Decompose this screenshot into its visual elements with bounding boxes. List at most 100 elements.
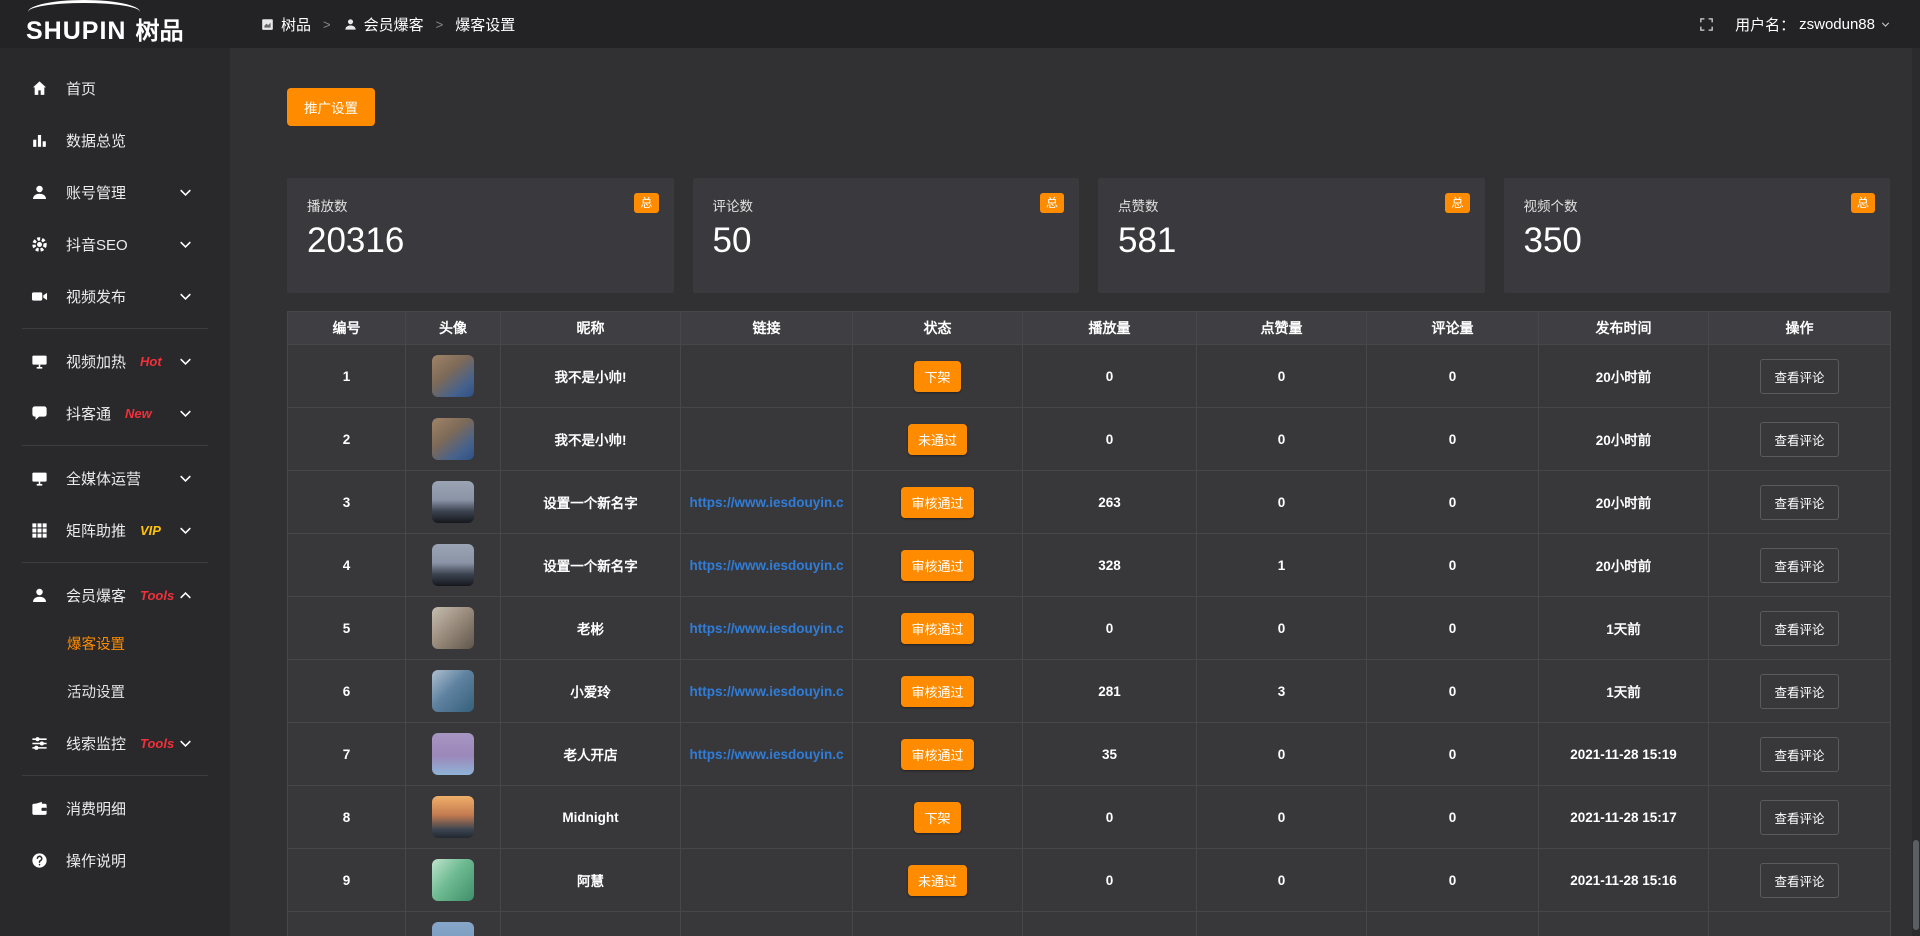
video-link[interactable]: https://www.iesdouyin.c bbox=[689, 747, 843, 762]
cell-avatar bbox=[406, 786, 501, 849]
sidebar-item-matrix-boost[interactable]: 矩阵助推VIP bbox=[0, 504, 230, 556]
cell-status: 下架 bbox=[853, 345, 1023, 408]
table-row: 8 Midnight 下架 0 0 0 2021-11-28 15:17 查看评… bbox=[288, 786, 1891, 849]
table-row: 9 阿慧 未通过 0 0 0 2021-11-28 15:16 查看评论 bbox=[288, 849, 1891, 912]
cell-action: 查看评论 bbox=[1709, 534, 1891, 597]
cell-link: https://www.iesdouyin.c bbox=[681, 597, 853, 660]
cell-link bbox=[681, 849, 853, 912]
status-badge[interactable]: 审核通过 bbox=[901, 739, 973, 770]
cell-comments: 0 bbox=[1367, 534, 1539, 597]
view-comments-button[interactable]: 查看评论 bbox=[1760, 485, 1838, 520]
view-comments-button[interactable]: 查看评论 bbox=[1760, 548, 1838, 583]
breadcrumb-item-current: 爆客设置 bbox=[455, 14, 515, 35]
avatar bbox=[432, 418, 474, 460]
chevron-down-icon bbox=[176, 352, 195, 371]
status-badge[interactable]: 审核通过 bbox=[901, 550, 973, 581]
stat-card-likes: 点赞数 581 总 bbox=[1098, 178, 1485, 293]
cell-link bbox=[681, 786, 853, 849]
cell-comments: 0 bbox=[1367, 597, 1539, 660]
fullscreen-icon[interactable] bbox=[1698, 16, 1715, 33]
video-table-wrap: 编号头像昵称链接状态播放量点赞量评论量发布时间操作 1 我不是小帅! 下架 0 … bbox=[287, 311, 1890, 936]
view-comments-button[interactable]: 查看评论 bbox=[1760, 737, 1838, 772]
cell-plays: 0 bbox=[1023, 786, 1197, 849]
total-badge: 总 bbox=[634, 193, 658, 213]
sidebar-subitem-baoke-settings[interactable]: 爆客设置 bbox=[0, 621, 230, 669]
total-badge: 总 bbox=[1851, 193, 1875, 213]
cell-action: 查看评论 bbox=[1709, 660, 1891, 723]
sidebar-item-clue-monitor[interactable]: 线索监控Tools bbox=[0, 717, 230, 769]
status-badge[interactable]: 下架 bbox=[914, 361, 960, 392]
stat-value: 350 bbox=[1524, 221, 1871, 261]
breadcrumb-label: 会员爆客 bbox=[364, 14, 424, 35]
status-badge[interactable]: 未通过 bbox=[908, 865, 967, 896]
cell-action bbox=[1709, 912, 1891, 936]
sidebar-item-badge: Hot bbox=[140, 354, 162, 369]
scrollbar-thumb[interactable] bbox=[1913, 840, 1919, 930]
sidebar-item-badge: VIP bbox=[140, 523, 161, 538]
video-link[interactable]: https://www.iesdouyin.c bbox=[689, 558, 843, 573]
cell-id: 4 bbox=[288, 534, 406, 597]
promo-settings-button[interactable]: 推广设置 bbox=[287, 88, 375, 126]
sidebar-item-video-heat[interactable]: 视频加热Hot bbox=[0, 335, 230, 387]
column-header: 评论量 bbox=[1367, 312, 1539, 345]
cell-action: 查看评论 bbox=[1709, 849, 1891, 912]
status-badge[interactable]: 未通过 bbox=[908, 424, 967, 455]
sidebar-item-label: 操作说明 bbox=[66, 850, 126, 871]
sidebar-item-data-overview[interactable]: 数据总览 bbox=[0, 114, 230, 166]
view-comments-button[interactable]: 查看评论 bbox=[1760, 800, 1838, 835]
video-table: 编号头像昵称链接状态播放量点赞量评论量发布时间操作 1 我不是小帅! 下架 0 … bbox=[287, 311, 1891, 936]
video-link[interactable]: https://www.iesdouyin.c bbox=[689, 495, 843, 510]
sidebar-item-douyin-seo[interactable]: 抖音SEO bbox=[0, 218, 230, 270]
cell-nickname: 设置一个新名字 bbox=[501, 471, 681, 534]
logo-text-cn: 树品 bbox=[135, 11, 183, 46]
cell-plays: 0 bbox=[1023, 345, 1197, 408]
breadcrumb-item-member[interactable]: 会员爆客 bbox=[343, 14, 424, 35]
view-comments-button[interactable]: 查看评论 bbox=[1760, 422, 1838, 457]
sidebar-item-member-baoke[interactable]: 会员爆客Tools bbox=[0, 569, 230, 621]
avatar bbox=[432, 481, 474, 523]
cell-plays: 0 bbox=[1023, 408, 1197, 471]
cell-time: 2021-11-28 15:17 bbox=[1539, 786, 1709, 849]
cell-avatar bbox=[406, 408, 501, 471]
cell-nickname: 阿慧 bbox=[501, 849, 681, 912]
status-badge[interactable]: 审核通过 bbox=[901, 487, 973, 518]
cell-id: 8 bbox=[288, 786, 406, 849]
sidebar-item-home[interactable]: 首页 bbox=[0, 62, 230, 114]
table-row: 7 老人开店 https://www.iesdouyin.c 审核通过 35 0… bbox=[288, 723, 1891, 786]
sidebar-item-video-publish[interactable]: 视频发布 bbox=[0, 270, 230, 322]
logo-arc bbox=[28, 0, 140, 12]
cell-time: 1天前 bbox=[1539, 660, 1709, 723]
cell-likes: 0 bbox=[1197, 723, 1367, 786]
sidebar-item-account-manage[interactable]: 账号管理 bbox=[0, 166, 230, 218]
cell-nickname: 设置一个新名字 bbox=[501, 534, 681, 597]
sidebar-item-media-operation[interactable]: 全媒体运营 bbox=[0, 452, 230, 504]
sidebar-item-label: 消费明细 bbox=[66, 798, 126, 819]
avatar bbox=[432, 670, 474, 712]
status-badge[interactable]: 下架 bbox=[914, 802, 960, 833]
view-comments-button[interactable]: 查看评论 bbox=[1760, 611, 1838, 646]
cell-avatar bbox=[406, 849, 501, 912]
status-badge[interactable]: 审核通过 bbox=[901, 676, 973, 707]
sidebar-subitem-activity-settings[interactable]: 活动设置 bbox=[0, 669, 230, 717]
video-link[interactable]: https://www.iesdouyin.c bbox=[689, 621, 843, 636]
view-comments-button[interactable]: 查看评论 bbox=[1760, 863, 1838, 898]
video-link[interactable]: https://www.iesdouyin.c bbox=[689, 684, 843, 699]
view-comments-button[interactable]: 查看评论 bbox=[1760, 359, 1838, 394]
status-badge[interactable]: 审核通过 bbox=[901, 613, 973, 644]
logo: SHUPIN 树品 bbox=[0, 2, 230, 46]
table-row: 3 设置一个新名字 https://www.iesdouyin.c 审核通过 2… bbox=[288, 471, 1891, 534]
cell-likes: 0 bbox=[1197, 408, 1367, 471]
cell-status: 未通过 bbox=[853, 849, 1023, 912]
user-menu[interactable]: 用户名：zswodun88 bbox=[1735, 14, 1892, 35]
avatar bbox=[432, 859, 474, 901]
sidebar-item-douketong[interactable]: 抖客通New bbox=[0, 387, 230, 439]
table-row bbox=[288, 912, 1891, 936]
sidebar-item-help[interactable]: 操作说明 bbox=[0, 834, 230, 886]
cell-action: 查看评论 bbox=[1709, 471, 1891, 534]
sidebar-divider bbox=[22, 328, 208, 329]
sidebar-item-consume-detail[interactable]: 消费明细 bbox=[0, 782, 230, 834]
cell-nickname: Midnight bbox=[501, 786, 681, 849]
breadcrumb-item-root[interactable]: 树品 bbox=[260, 14, 311, 35]
cell-plays: 281 bbox=[1023, 660, 1197, 723]
view-comments-button[interactable]: 查看评论 bbox=[1760, 674, 1838, 709]
